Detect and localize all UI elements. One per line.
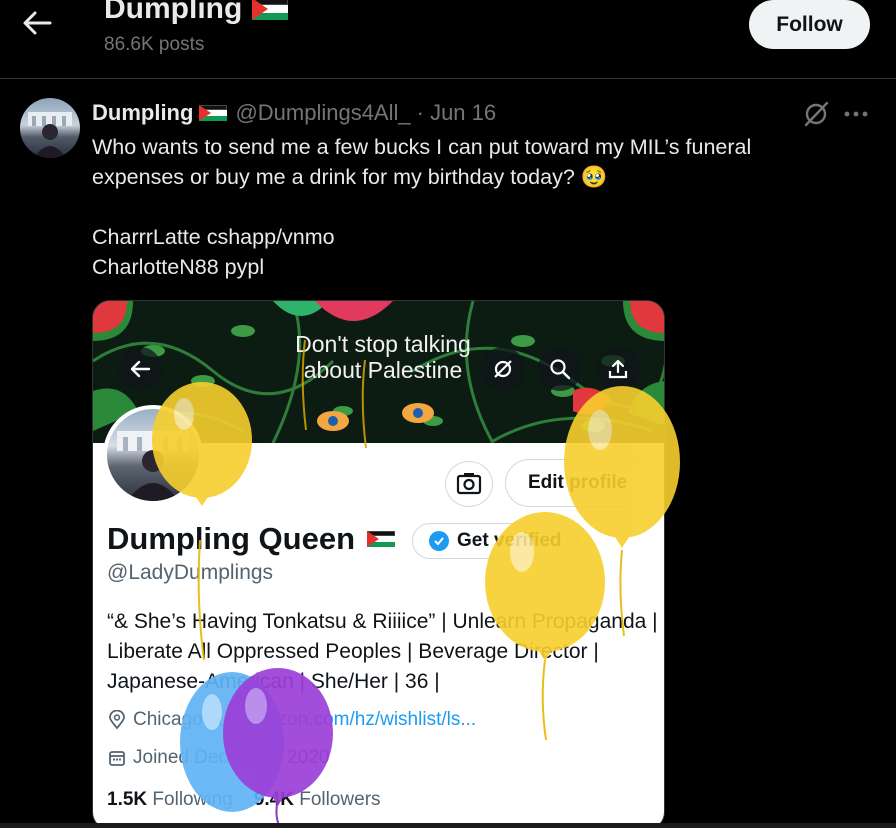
post-count: 86.6K posts [104, 34, 205, 55]
get-verified-button: Get verified [412, 523, 578, 559]
follow-button[interactable]: Follow [749, 0, 870, 49]
profile-joined-date: Joined December 2020 [133, 747, 330, 768]
location-pin-icon [109, 710, 125, 730]
share-icon [596, 347, 640, 391]
followers-count: 9.4K [253, 789, 294, 810]
tweet-text: Who wants to send me a few bucks I can p… [92, 135, 752, 279]
profile-follow-stats: 1.5K Following 9.4K Followers [107, 789, 381, 811]
profile-joined-row: Joined December 2020 [107, 747, 329, 769]
profile-name: Dumpling [104, 0, 243, 25]
link-icon [218, 713, 231, 727]
verified-badge-icon [429, 531, 449, 551]
grok-icon [481, 347, 525, 391]
tweet-media-image[interactable]: Don't stop talking about Palestine Edit … [92, 300, 665, 828]
camera-icon [445, 461, 493, 507]
more-options-icon[interactable] [842, 100, 870, 128]
calendar-icon [109, 751, 125, 766]
palestine-flag-icon [367, 530, 395, 548]
tweet-header: Dumpling @Dumplings4All_ · Jun 16 [92, 100, 496, 126]
avatar[interactable] [20, 98, 80, 158]
tweet-date[interactable]: · Jun 16 [417, 100, 497, 126]
back-arrow-icon[interactable] [20, 8, 54, 38]
get-verified-label: Get verified [457, 530, 562, 551]
profile-location: Chicago [133, 709, 203, 730]
palestine-flag-icon [252, 0, 289, 20]
edit-profile-button: Edit profile [505, 459, 652, 507]
profile-header: Dumpling 86.6K posts Follow [0, 0, 896, 79]
embedded-profile-name: Dumpling Queen [107, 521, 395, 557]
tweet-author-handle[interactable]: @Dumplings4All_ [235, 100, 410, 126]
following-label: Following [152, 789, 233, 810]
followers-label: Followers [299, 789, 381, 810]
following-count: 1.5K [107, 789, 148, 810]
palestine-flag-icon [199, 104, 228, 122]
grok-icon[interactable] [802, 100, 830, 128]
banner-slogan: Don't stop talking about Palestine [295, 331, 471, 383]
scroll-edge [0, 823, 896, 828]
profile-location-row: Chicago amazon.com/hz/wishlist/ls... [107, 709, 476, 731]
embedded-profile-avatar [103, 405, 203, 505]
profile-link: amazon.com/hz/wishlist/ls... [240, 709, 477, 730]
embedded-profile-handle: @LadyDumplings [107, 561, 274, 584]
tweet-author-name[interactable]: Dumpling [92, 100, 193, 126]
search-icon [538, 347, 582, 391]
embedded-profile-bio: “& She’s Having Tonkatsu & Riiiice” | Un… [107, 610, 658, 693]
page-title: Dumpling [104, 0, 289, 26]
embedded-display-name: Dumpling Queen [107, 521, 355, 556]
back-arrow-icon [118, 347, 162, 391]
